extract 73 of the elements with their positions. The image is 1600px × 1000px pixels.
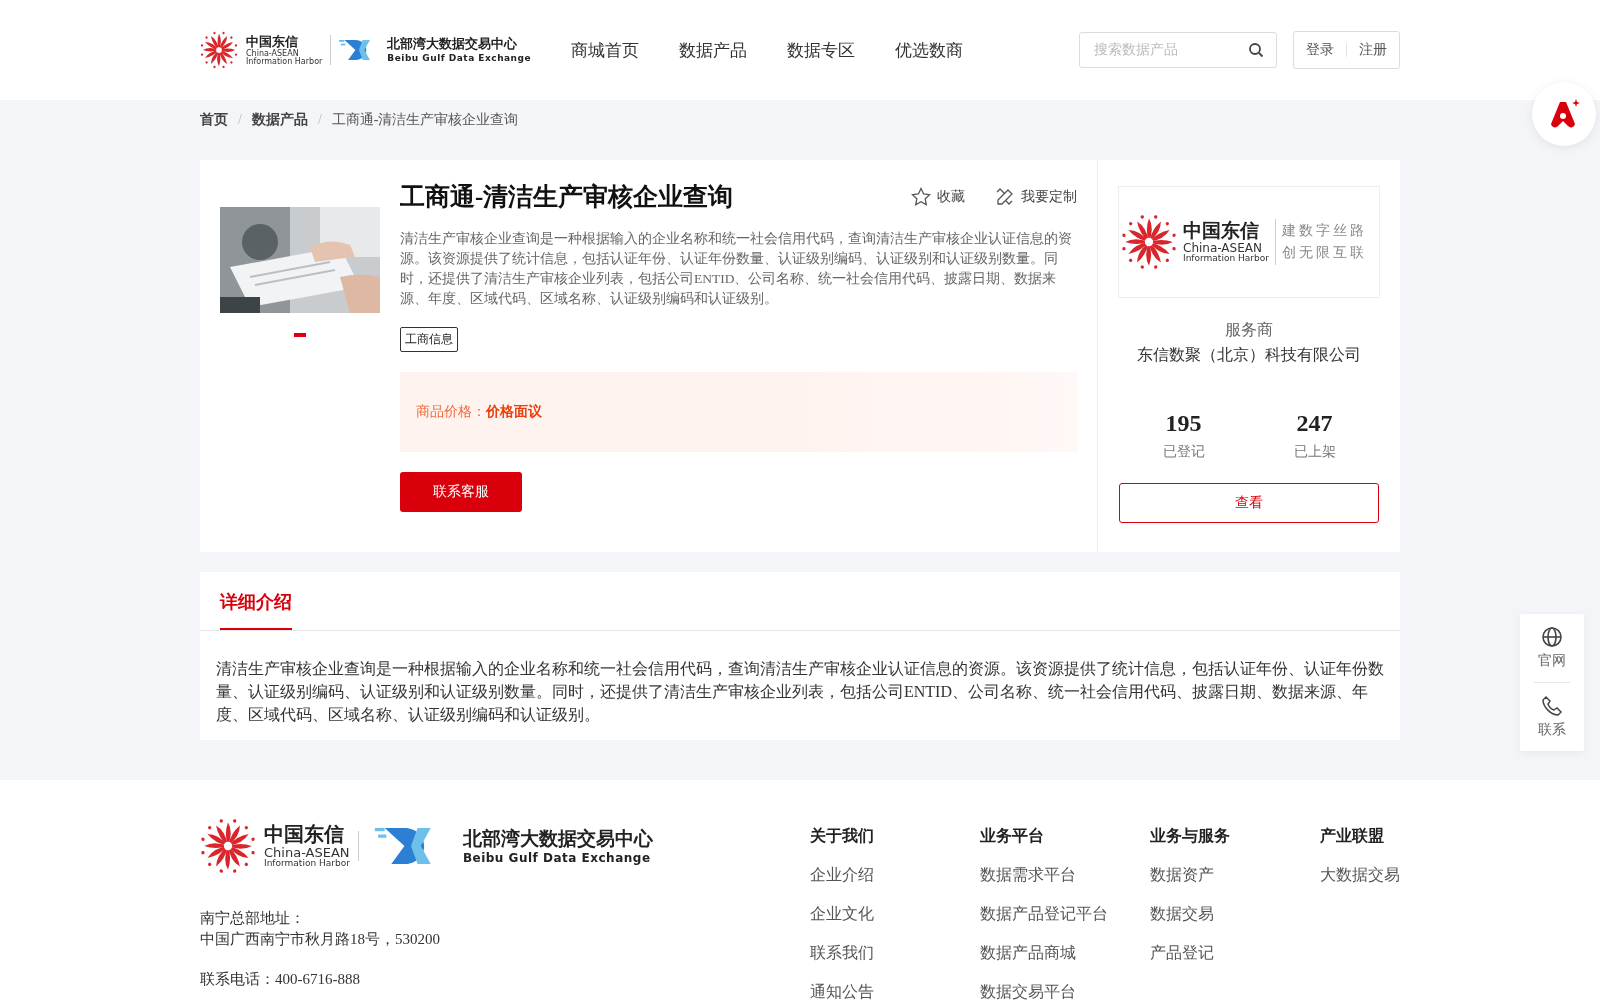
product-title: 工商通-清洁生产审核企业查询 [400, 182, 735, 212]
price-label: 商品价格： [416, 403, 486, 421]
footer-heading: 业务与服务 [1150, 826, 1231, 846]
breadcrumb-item: 工商通-清洁生产审核企业查询 [331, 111, 519, 129]
detail-description: 清洁生产审核企业查询是一种根据输入的企业名称和统一社会信用代码，查询清洁生产审核企业认证信息的资源。该资源提供了统计信息，包括认证年份、认证年份数量、认证级别编码、认证级别和认证级别数量。同时，还提供了清洁生产审核企业列表，包括公司ENTID、公司名称、统一社会信用代码、披露日期、数据来源、年度、区域代码、区域名称、认证级别编码和认证级别。 [215, 659, 1385, 725]
nav-link[interactable]: 数据专区 [787, 38, 856, 62]
stat-label: 已上架 [1293, 443, 1336, 461]
footer-link[interactable]: 数据产品登记平台 [980, 904, 1150, 925]
pencil-ruler-icon [995, 186, 1015, 207]
address-text: 中国广西南宁市秋月路18号，530200 [200, 930, 441, 949]
stat-value: 247 [1296, 410, 1333, 437]
footer-link[interactable]: 通知公告 [810, 982, 980, 1000]
star-icon [911, 186, 931, 207]
logo-subtitle: Information Harbor [246, 57, 323, 66]
breadcrumb-separator: / [317, 112, 322, 128]
logo-subtitle: China-ASEAN [1183, 242, 1262, 254]
login-link[interactable]: 登录 [1306, 41, 1334, 59]
slogan-text: 建数字丝路 [1281, 222, 1367, 240]
customize-button[interactable]: 我要定制 [995, 186, 1077, 207]
footer-link[interactable]: 联系我们 [810, 943, 980, 964]
logo-subtitle: Beibu Gulf Data Exchange [462, 851, 652, 864]
logo-subtitle: China-ASEAN [264, 846, 350, 859]
detail-tab[interactable]: 详细介绍 [220, 572, 292, 630]
flower-logo-icon [1121, 214, 1177, 270]
footer-link[interactable]: 数据交易 [1150, 904, 1320, 925]
breadcrumb-item[interactable]: 首页 [200, 111, 228, 129]
logo-text: 中国东信 [264, 824, 345, 844]
logo-subtitle: Beibu Gulf Data Exchange [387, 54, 532, 63]
logo-text: 北部湾大数据交易中心 [387, 37, 519, 50]
price-value: 价格面议 [486, 403, 542, 421]
search-box[interactable]: 搜索数据产品 [1079, 32, 1277, 68]
footer-link[interactable]: 数据产品商城 [980, 943, 1150, 964]
nav-link[interactable]: 商城首页 [571, 38, 640, 62]
phone-icon [1541, 695, 1563, 717]
footer-heading: 业务平台 [980, 826, 1045, 846]
address-label: 南宁总部地址： [200, 909, 306, 928]
footer-link[interactable]: 数据需求平台 [980, 865, 1150, 886]
slogan-text: 创无限互联 [1281, 244, 1367, 262]
footer-link[interactable]: 企业文化 [810, 904, 980, 925]
breadcrumb-item[interactable]: 数据产品 [251, 111, 308, 129]
nav-link[interactable]: 数据产品 [679, 38, 748, 62]
product-description: 清洁生产审核企业查询是一种根据输入的企业名称和统一社会信用代码，查询清洁生产审核企业认证信息的资源。该资源提供了统计信息，包括认证年份、认证年份数量、认证级别编码、认证级别和认证级别数量。同时，还提供了清洁生产审核企业列表，包括公司ENTID、公司名称、统一社会信用代码、披露日期、数据来源、年度、区域代码、区域名称、认证级别编码和认证级别。 [400, 230, 1073, 308]
provider-label: 服务商 [1225, 320, 1273, 340]
logo-text: 北部湾大数据交易中心 [462, 828, 653, 848]
globe-icon [1541, 626, 1563, 648]
category-tag: 工商信息 [400, 327, 458, 352]
logo-text: 中国东信 [246, 34, 299, 48]
footer-link[interactable]: 大数据交易 [1320, 865, 1400, 886]
footer-heading: 关于我们 [810, 826, 875, 846]
footer-link[interactable]: 数据资产 [1150, 865, 1320, 886]
logo-text: 中国东信 [1183, 221, 1260, 240]
website-button[interactable]: 官网 [1538, 614, 1566, 682]
register-link[interactable]: 注册 [1359, 41, 1387, 59]
favorite-button[interactable]: 收藏 [911, 186, 965, 207]
logo-subtitle: Information Harbor [264, 859, 350, 868]
stat-value: 195 [1165, 410, 1202, 437]
contact-service-button[interactable]: 联系客服 [400, 472, 522, 512]
phone-text: 联系电话：400-6716-888 [200, 970, 361, 989]
flower-logo-icon [200, 818, 256, 874]
breadcrumb-separator: / [238, 112, 242, 128]
footer-heading: 产业联盟 [1320, 826, 1385, 846]
contact-button[interactable]: 联系 [1538, 683, 1566, 751]
stat-label: 已登记 [1162, 443, 1205, 461]
logo-subtitle: China-ASEAN [246, 49, 299, 58]
footer-link[interactable]: 产品登记 [1150, 943, 1320, 964]
footer-link[interactable]: 数据交易平台 [980, 982, 1150, 1000]
view-button[interactable]: 查看 [1119, 483, 1379, 523]
search-icon[interactable] [1248, 42, 1264, 58]
logo-subtitle: Information Harbor [1183, 254, 1269, 263]
footer-link[interactable]: 企业介绍 [810, 865, 980, 886]
provider-name: 东信数聚（北京）科技有限公司 [1137, 345, 1361, 365]
flower-logo-icon [200, 31, 238, 69]
nav-link[interactable]: 优选数商 [895, 38, 964, 62]
